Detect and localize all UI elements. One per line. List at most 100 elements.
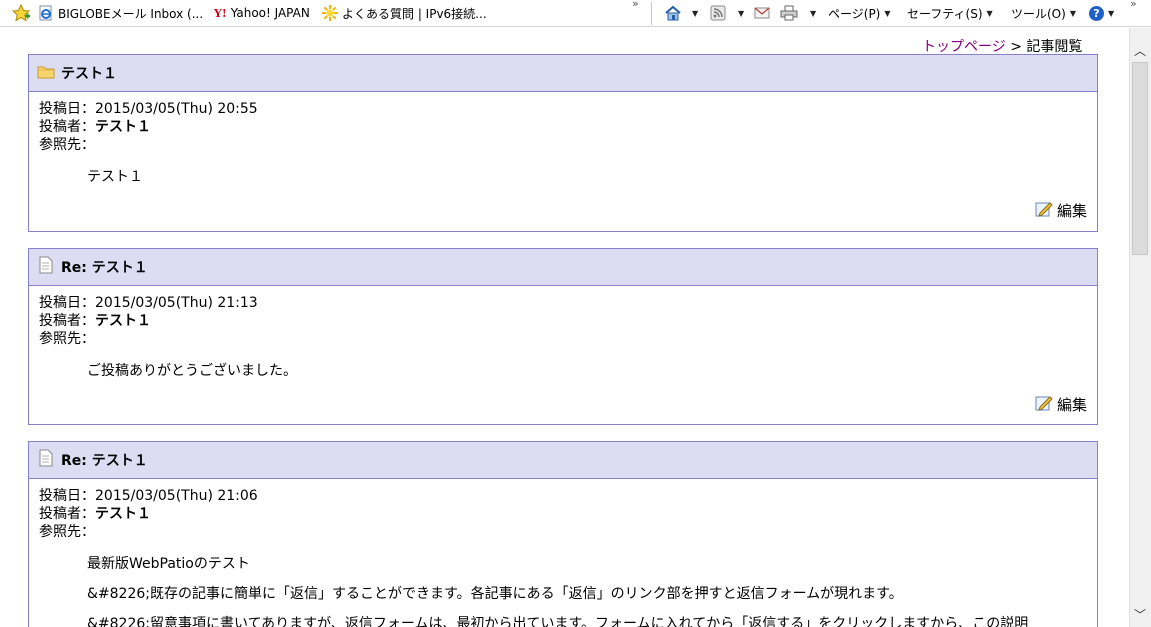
post-header: Re: テスト１ (29, 249, 1097, 286)
favorite-label: BIGLOBEメール Inbox (... (58, 6, 204, 21)
chevron-down-icon[interactable]: ▼ (738, 9, 744, 18)
post-ref-label: 参照先： (39, 331, 95, 347)
help-icon: ? (1089, 5, 1104, 21)
home-icon (665, 5, 681, 21)
scroll-down-arrow-icon[interactable]: ﹀ (1134, 606, 1146, 623)
post-header: Re: テスト１ (29, 442, 1097, 479)
toolbar-divider (651, 2, 652, 25)
post-author-label: 投稿者： (39, 119, 95, 135)
breadcrumb-separator: > (1010, 39, 1022, 55)
post-date-label: 投稿日： (39, 101, 95, 117)
post-title: テスト１ (61, 66, 117, 82)
favorites-overflow-chevron[interactable]: » (632, 0, 639, 10)
sun-icon (322, 5, 338, 21)
post-card: Re: テスト１ 投稿日：2015/03/05(Thu) 21:13 投稿者：テ… (28, 248, 1098, 425)
post-ref-label: 参照先： (39, 137, 95, 153)
post-content: 最新版WebPatioのテスト &#8226;既存の記事に簡単に「返信」すること… (39, 555, 1087, 627)
chevron-down-icon: ▼ (1069, 8, 1076, 18)
edit-button[interactable]: 編集 (1035, 394, 1087, 416)
safety-menu[interactable]: セーフティ(S) ▼ (907, 4, 993, 22)
feeds-button[interactable]: ▼ (710, 4, 744, 22)
breadcrumb: トップページ > 記事閲覧 (922, 36, 1082, 56)
favorite-yahoo[interactable]: Y! Yahoo! JAPAN (214, 4, 310, 22)
chevron-down-icon[interactable]: ▼ (810, 9, 816, 18)
mail-icon (754, 7, 770, 19)
post-ref-line: 参照先： (39, 136, 1087, 154)
page-menu-label: ページ(P) (828, 6, 881, 21)
post-header: テスト１ (29, 55, 1097, 92)
post-author-line: 投稿者：テスト１ (39, 505, 1087, 523)
breadcrumb-current: 記事閲覧 (1026, 39, 1083, 55)
edit-pencil-icon (1035, 394, 1053, 416)
safety-menu-label: セーフティ(S) (907, 6, 983, 21)
document-icon (37, 256, 55, 278)
post-body: 投稿日：2015/03/05(Thu) 21:06 投稿者：テスト１ 参照先： … (29, 479, 1097, 627)
post-author: テスト１ (95, 119, 151, 135)
post-card: Re: テスト１ 投稿日：2015/03/05(Thu) 21:06 投稿者：テ… (28, 441, 1098, 627)
yahoo-icon: Y! (214, 6, 227, 20)
favorite-biglobe[interactable]: BIGLOBEメール Inbox (... (38, 4, 203, 22)
post-body: 投稿日：2015/03/05(Thu) 21:13 投稿者：テスト１ 参照先： … (29, 286, 1097, 424)
post-body: 投稿日：2015/03/05(Thu) 20:55 投稿者：テスト１ 参照先： … (29, 92, 1097, 231)
post-date-label: 投稿日： (39, 295, 95, 311)
tools-menu-label: ツール(O) (1011, 6, 1066, 21)
post-date-line: 投稿日：2015/03/05(Thu) 21:13 (39, 294, 1087, 312)
post-title: Re: テスト１ (61, 260, 148, 276)
ie-page-icon (39, 5, 52, 21)
folder-icon (37, 63, 55, 83)
browser-command-bar: BIGLOBEメール Inbox (... Y! Yahoo! JAPAN よく… (0, 0, 1151, 27)
post-content-line: 最新版WebPatioのテスト (87, 556, 250, 572)
help-menu[interactable]: ? ▼ (1089, 4, 1114, 22)
post-date-line: 投稿日：2015/03/05(Thu) 21:06 (39, 487, 1087, 505)
post-date: 2015/03/05(Thu) 21:13 (95, 295, 258, 311)
add-favorites-button[interactable] (12, 4, 32, 22)
document-icon (37, 449, 55, 471)
post-content-line: テスト１ (87, 169, 143, 185)
post-ref-line: 参照先： (39, 330, 1087, 348)
print-button[interactable]: ▼ (780, 4, 816, 22)
post-card: テスト１ 投稿日：2015/03/05(Thu) 20:55 投稿者：テスト１ … (28, 54, 1098, 232)
favorite-faq[interactable]: よくある質問 | IPv6接続... (322, 4, 487, 22)
scroll-up-arrow-icon[interactable]: ︿ (1134, 42, 1146, 59)
post-author-line: 投稿者：テスト１ (39, 312, 1087, 330)
post-content-line: &#8226;留意事項に書いてありますが、返信フォームは、最初から出ています。フ… (87, 616, 1029, 627)
post-author-line: 投稿者：テスト１ (39, 118, 1087, 136)
chevron-down-icon: ▼ (986, 8, 993, 18)
edit-pencil-icon (1035, 200, 1053, 222)
mail-button[interactable] (754, 4, 770, 22)
chevron-down-icon: ▼ (1108, 8, 1115, 18)
home-button[interactable]: ▼ (664, 4, 698, 22)
post-ref-label: 参照先： (39, 524, 95, 540)
favorite-label: Yahoo! JAPAN (230, 6, 310, 20)
vertical-scrollbar[interactable]: ︿ ﹀ (1129, 28, 1151, 627)
printer-icon (780, 5, 798, 21)
post-title: Re: テスト１ (61, 453, 148, 469)
page-menu[interactable]: ページ(P) ▼ (828, 4, 891, 22)
page-viewport: トップページ > 記事閲覧 テスト１ 投稿日：2015/03/05(Thu) 2… (0, 28, 1129, 627)
post-author: テスト１ (95, 506, 151, 522)
edit-button[interactable]: 編集 (1035, 200, 1087, 222)
chevron-down-icon[interactable]: ▼ (692, 9, 698, 18)
breadcrumb-top-link[interactable]: トップページ (922, 39, 1006, 55)
post-content: ご投稿ありがとうございました。 (39, 362, 1087, 380)
favorite-label: よくある質問 | IPv6接続... (342, 6, 487, 21)
command-bar-overflow-chevron[interactable]: » (1130, 0, 1137, 10)
post-author-label: 投稿者： (39, 313, 95, 329)
post-date-label: 投稿日： (39, 488, 95, 504)
post-ref-line: 参照先： (39, 523, 1087, 541)
scrollbar-thumb[interactable] (1132, 62, 1148, 255)
post-date: 2015/03/05(Thu) 21:06 (95, 488, 258, 504)
favorites-star-icon (12, 4, 31, 22)
post-content: テスト１ (39, 168, 1087, 186)
edit-label: 編集 (1056, 396, 1087, 414)
post-date: 2015/03/05(Thu) 20:55 (95, 101, 258, 117)
post-author: テスト１ (95, 313, 151, 329)
edit-label: 編集 (1056, 202, 1087, 220)
post-date-line: 投稿日：2015/03/05(Thu) 20:55 (39, 100, 1087, 118)
chevron-down-icon: ▼ (884, 8, 891, 18)
post-author-label: 投稿者： (39, 506, 95, 522)
rss-feed-icon (710, 5, 726, 21)
post-content-line: &#8226;既存の記事に簡単に「返信」することができます。各記事にある「返信」… (87, 586, 903, 602)
post-content-line: ご投稿ありがとうございました。 (87, 363, 297, 379)
tools-menu[interactable]: ツール(O) ▼ (1011, 4, 1076, 22)
